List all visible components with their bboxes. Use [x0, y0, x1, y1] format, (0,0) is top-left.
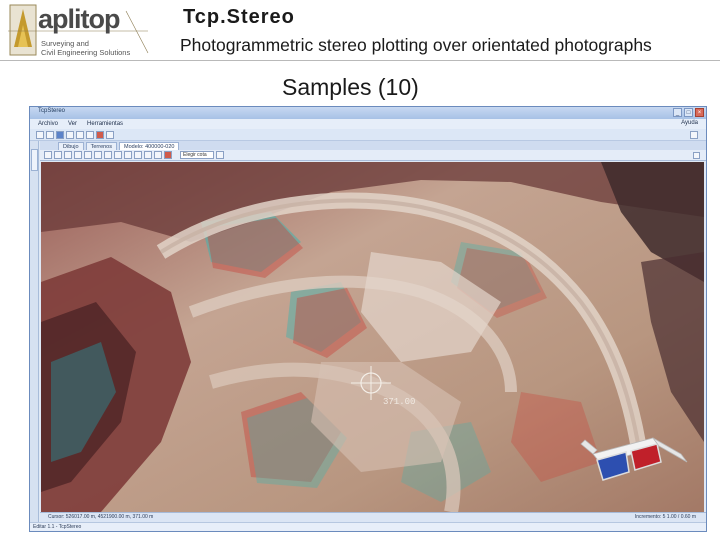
- tab-dibujo[interactable]: Dibujo: [58, 142, 84, 150]
- chevron-down-icon[interactable]: [216, 151, 224, 159]
- layer-icon[interactable]: [154, 151, 162, 159]
- slide-subtitle: Photogrammetric stereo plotting over ori…: [180, 35, 652, 55]
- toolbar-option-icon[interactable]: [690, 131, 698, 139]
- cursor-coordinates: Cursor: 526017.00 m, 4521900.00 m, 371.0…: [48, 514, 154, 520]
- window-titlebar[interactable]: TcpStereo _ □ ×: [30, 107, 706, 119]
- new-file-icon[interactable]: [36, 130, 44, 139]
- logo-tagline-2: Civil Engineering Solutions: [41, 48, 131, 57]
- increment-readout: Incremento: 5 1.00 / 0.60 m: [634, 514, 696, 520]
- main-toolbar: [30, 129, 706, 141]
- refresh-icon[interactable]: [94, 151, 102, 159]
- window-title: TcpStereo: [38, 108, 66, 114]
- stereo-viewport[interactable]: 371.00: [41, 162, 704, 512]
- viewer-option-icon[interactable]: [693, 152, 700, 159]
- viewer-toolbar: Elegir cota: [40, 150, 706, 161]
- line-icon[interactable]: [114, 151, 122, 159]
- elevation-select[interactable]: Elegir cota: [180, 151, 214, 159]
- app-window: TcpStereo _ □ × Archivo Ver Herramientas…: [29, 106, 707, 532]
- polyline-icon[interactable]: [124, 151, 132, 159]
- slide-title: Tcp.Stereo: [183, 6, 295, 28]
- menu-herramientas[interactable]: Herramientas: [87, 121, 123, 127]
- cut-icon[interactable]: [76, 130, 84, 139]
- minimize-button[interactable]: _: [673, 108, 682, 117]
- menu-bar: Archivo Ver Herramientas Ayuda: [30, 119, 706, 129]
- stop-icon[interactable]: [164, 151, 172, 159]
- side-panel: [30, 141, 39, 527]
- menu-archivo[interactable]: Archivo: [38, 121, 58, 127]
- section-title: Samples (10): [282, 74, 419, 100]
- zoom-out-icon[interactable]: [54, 151, 62, 159]
- logo-tagline-1: Surveying and: [41, 39, 89, 48]
- copy-icon[interactable]: [86, 130, 94, 139]
- window-controls: _ □ ×: [673, 108, 704, 117]
- status-bar: Cursor: 526017.00 m, 4521900.00 m, 371.0…: [40, 512, 706, 522]
- zoom-all-icon[interactable]: [84, 151, 92, 159]
- maximize-button[interactable]: □: [684, 108, 693, 117]
- tab-modelo[interactable]: Modelo: 400000-020: [119, 142, 180, 150]
- save-icon[interactable]: [56, 130, 64, 139]
- bottom-status-text: Editar 1.1 - TcpStereo: [33, 524, 82, 530]
- snap-icon[interactable]: [144, 151, 152, 159]
- close-button[interactable]: ×: [695, 108, 704, 117]
- aplitop-logo: aplitop Surveying and Civil Engineering …: [8, 3, 150, 58]
- print-icon[interactable]: [66, 130, 74, 139]
- header-divider: [0, 60, 720, 61]
- tab-terrenos[interactable]: Terrenos: [85, 142, 117, 150]
- cursor-elevation-label: 371.00: [383, 397, 416, 407]
- zoom-in-icon[interactable]: [44, 151, 52, 159]
- menu-ayuda[interactable]: Ayuda: [681, 120, 698, 126]
- contour-icon[interactable]: [134, 151, 142, 159]
- logo-wordmark: aplitop: [38, 4, 120, 34]
- delete-icon[interactable]: [96, 130, 104, 139]
- anaglyph-image: [41, 162, 704, 512]
- open-file-icon[interactable]: [46, 130, 54, 139]
- bottom-bar: Editar 1.1 - TcpStereo: [30, 522, 706, 531]
- side-panel-tab[interactable]: [31, 149, 38, 171]
- menu-ver[interactable]: Ver: [68, 121, 77, 127]
- settings-icon[interactable]: [106, 130, 114, 139]
- zoom-window-icon[interactable]: [64, 151, 72, 159]
- pan-icon[interactable]: [74, 151, 82, 159]
- document-tabs: Dibujo Terrenos Modelo: 400000-020: [40, 141, 706, 150]
- point-icon[interactable]: [104, 151, 112, 159]
